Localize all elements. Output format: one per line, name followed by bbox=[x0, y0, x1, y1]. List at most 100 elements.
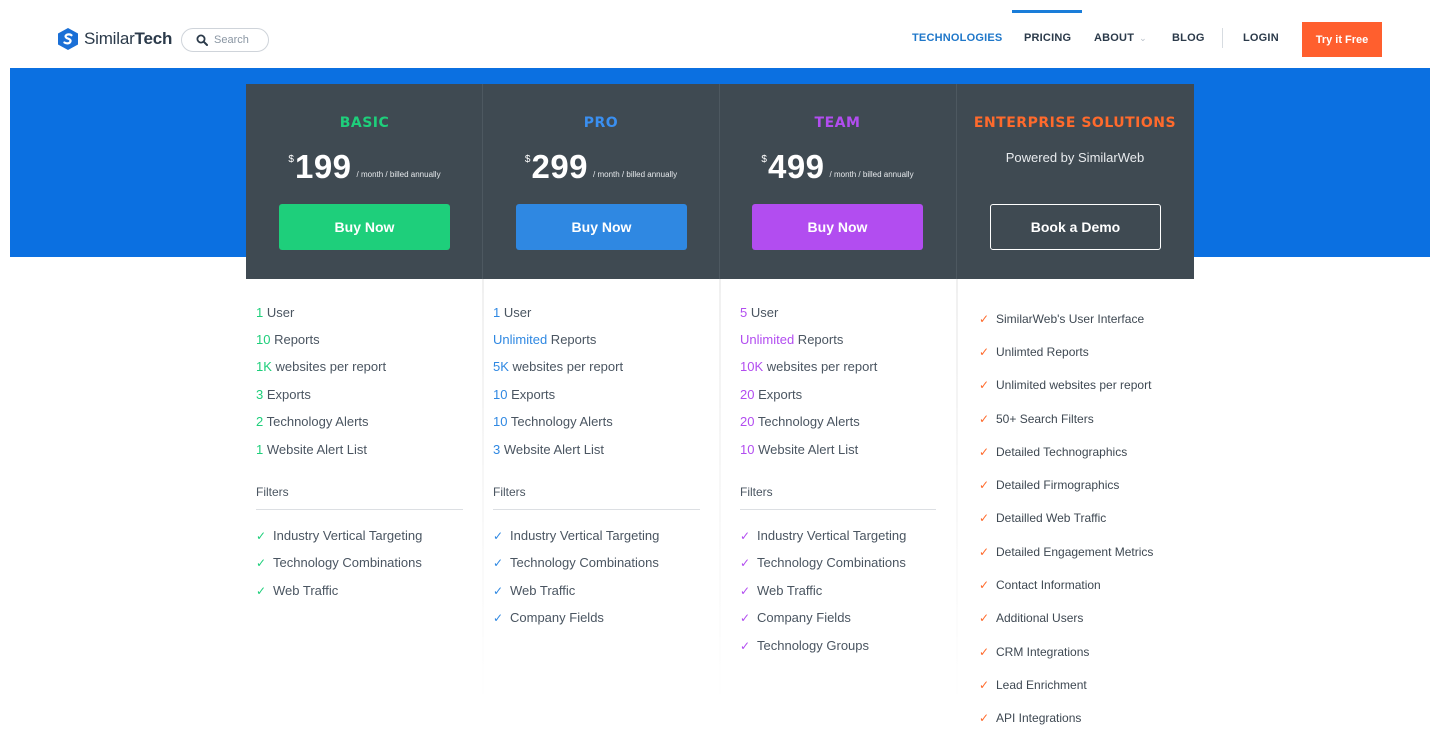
plan-name: BASIC bbox=[339, 115, 390, 131]
filter-item: ✓ Web Traffic bbox=[493, 583, 576, 598]
feature-website-alert-list: 3 Website Alert List bbox=[493, 442, 605, 457]
enterprise-feature: ✓ Detailed Firmographics bbox=[979, 478, 1120, 492]
nav-blog[interactable]: BLOG bbox=[1172, 32, 1205, 44]
feature-users: 1 User bbox=[493, 305, 532, 320]
price-currency: $ bbox=[524, 154, 531, 165]
plan-price: $ 199 / month / billed annually bbox=[246, 148, 483, 185]
feature-exports: 10 Exports bbox=[493, 387, 556, 402]
column-divider bbox=[956, 279, 958, 709]
nav-about[interactable]: ABOUT ⌄ bbox=[1094, 32, 1147, 44]
filter-item: ✓ Company Fields bbox=[493, 610, 604, 625]
feature-websites: 1K websites per report bbox=[256, 359, 387, 374]
filters-divider bbox=[256, 509, 463, 510]
filter-item: ✓ Technology Combinations bbox=[493, 555, 659, 570]
check-icon: ✓ bbox=[979, 345, 990, 359]
check-icon: ✓ bbox=[979, 611, 990, 625]
filters-heading: Filters bbox=[256, 485, 289, 499]
nav-divider bbox=[1222, 28, 1223, 48]
card-divider bbox=[956, 84, 957, 279]
site-header: SimilarTech Search TECHNOLOGIES PRICING … bbox=[0, 0, 1440, 68]
nav-technologies[interactable]: TECHNOLOGIES bbox=[912, 32, 1002, 44]
feature-reports: Unlimited Reports bbox=[493, 332, 597, 347]
filters-heading: Filters bbox=[740, 485, 773, 499]
check-icon: ✓ bbox=[979, 412, 990, 426]
enterprise-feature: ✓ Lead Enrichment bbox=[979, 678, 1087, 692]
brand-logo[interactable]: SimilarTech bbox=[58, 28, 172, 50]
check-icon: ✓ bbox=[979, 511, 990, 525]
price-period: / month / billed annually bbox=[829, 170, 914, 179]
plan-price: $ 499 / month / billed annually bbox=[719, 150, 956, 183]
brand-name: SimilarTech bbox=[84, 29, 173, 48]
feature-reports: Unlimited Reports bbox=[740, 332, 844, 347]
plan-card-basic: BASIC $ 199 / month / billed annually Bu… bbox=[246, 84, 483, 279]
check-icon: ✓ bbox=[493, 529, 504, 543]
card-divider bbox=[482, 84, 483, 279]
check-icon: ✓ bbox=[740, 556, 751, 570]
filter-item: ✓ Web Traffic bbox=[740, 583, 823, 598]
filter-item: ✓ Company Fields bbox=[740, 610, 851, 625]
feature-users: 1 User bbox=[256, 305, 295, 320]
nav-about-label: ABOUT bbox=[1094, 32, 1135, 44]
enterprise-feature: ✓ 50+ Search Filters bbox=[979, 412, 1094, 426]
filters-divider bbox=[493, 509, 700, 510]
buy-now-team-button[interactable]: Buy Now bbox=[752, 204, 923, 250]
enterprise-feature: ✓ Contact Information bbox=[979, 578, 1101, 592]
similartech-logo-icon bbox=[58, 28, 78, 50]
filter-item: ✓ Technology Combinations bbox=[256, 555, 422, 570]
check-icon: ✓ bbox=[256, 556, 267, 570]
search-placeholder: Search bbox=[214, 34, 249, 46]
price-amount: 199 bbox=[294, 148, 352, 185]
price-currency: $ bbox=[288, 154, 294, 165]
check-icon: ✓ bbox=[740, 584, 751, 598]
filter-item: ✓ Technology Combinations bbox=[740, 555, 906, 570]
enterprise-feature: ✓ CRM Integrations bbox=[979, 645, 1090, 659]
feature-technology-alerts: 10 Technology Alerts bbox=[493, 414, 613, 429]
column-divider bbox=[482, 279, 484, 709]
try-it-free-button[interactable]: Try it Free bbox=[1302, 22, 1382, 57]
feature-technology-alerts: 2 Technology Alerts bbox=[256, 414, 369, 429]
nav-pricing[interactable]: PRICING bbox=[1024, 32, 1071, 44]
check-icon: ✓ bbox=[740, 611, 751, 625]
filter-item: ✓ Technology Groups bbox=[740, 638, 870, 653]
book-a-demo-button[interactable]: Book a Demo bbox=[990, 204, 1161, 250]
plan-card-enterprise: ENTERPRISE SOLUTIONS Powered by SimilarW… bbox=[956, 84, 1194, 279]
feature-websites: 5K websites per report bbox=[493, 359, 624, 374]
check-icon: ✓ bbox=[979, 478, 990, 492]
feature-reports: 10 Reports bbox=[256, 332, 320, 347]
filter-item: ✓ Industry Vertical Targeting bbox=[740, 528, 907, 543]
search-box[interactable]: Search bbox=[181, 28, 269, 52]
check-icon: ✓ bbox=[979, 645, 990, 659]
nav-active-indicator bbox=[1012, 10, 1082, 13]
enterprise-subtitle: Powered by SimilarWeb bbox=[1005, 150, 1145, 165]
plan-name: ENTERPRISE SOLUTIONS bbox=[973, 115, 1177, 131]
filter-item: ✓ Industry Vertical Targeting bbox=[493, 528, 660, 543]
buy-now-basic-button[interactable]: Buy Now bbox=[279, 204, 450, 250]
enterprise-feature: ✓ Detailled Web Traffic bbox=[979, 511, 1107, 525]
price-period: / month / billed annually bbox=[356, 170, 441, 179]
filter-item: ✓ Industry Vertical Targeting bbox=[256, 528, 423, 543]
enterprise-feature: ✓ Detailed Engagement Metrics bbox=[979, 545, 1154, 559]
nav-login[interactable]: LOGIN bbox=[1243, 32, 1279, 44]
check-icon: ✓ bbox=[979, 378, 990, 392]
feature-exports: 3 Exports bbox=[256, 387, 311, 402]
plan-card-pro: PRO $ 299 / month / billed annually Buy … bbox=[483, 84, 719, 279]
price-amount: 299 bbox=[531, 148, 589, 185]
check-icon: ✓ bbox=[740, 529, 751, 543]
feature-websites: 10K websites per report bbox=[740, 359, 878, 374]
price-period: / month / billed annually bbox=[593, 170, 678, 179]
enterprise-feature: ✓ Unlimted Reports bbox=[979, 345, 1089, 359]
feature-technology-alerts: 20 Technology Alerts bbox=[740, 414, 860, 429]
feature-exports: 20 Exports bbox=[740, 387, 803, 402]
check-icon: ✓ bbox=[979, 711, 990, 725]
check-icon: ✓ bbox=[740, 639, 751, 653]
chevron-down-icon: ⌄ bbox=[1139, 33, 1147, 43]
check-icon: ✓ bbox=[979, 578, 990, 592]
plan-price: $ 299 / month / billed annually bbox=[483, 148, 719, 185]
filter-item: ✓ Web Traffic bbox=[256, 583, 339, 598]
check-icon: ✓ bbox=[979, 545, 990, 559]
column-divider bbox=[719, 279, 721, 709]
filters-divider bbox=[740, 509, 936, 510]
plan-name: TEAM bbox=[814, 115, 861, 131]
buy-now-pro-button[interactable]: Buy Now bbox=[516, 204, 687, 250]
check-icon: ✓ bbox=[979, 678, 990, 692]
